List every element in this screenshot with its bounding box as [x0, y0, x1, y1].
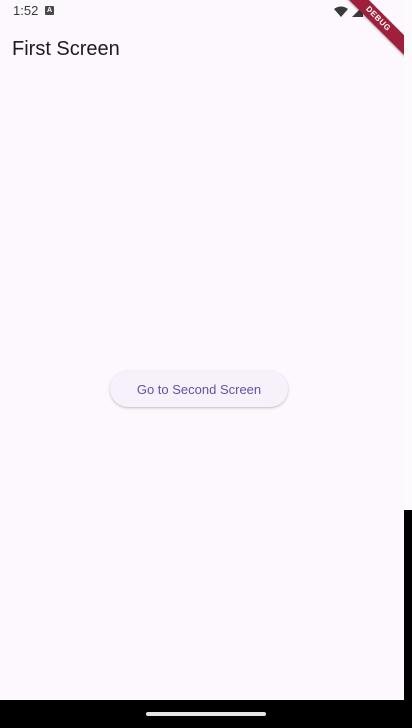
app-screen: 1:52 A DEBUG First Screen Go to Second S… [0, 0, 404, 700]
go-to-second-screen-button[interactable]: Go to Second Screen [110, 371, 288, 407]
a-letter-icon: A [45, 6, 54, 15]
status-time: 1:52 [13, 3, 39, 18]
wifi-icon [334, 6, 348, 17]
system-navigation-bar [0, 700, 412, 728]
page-title: First Screen [12, 38, 120, 60]
gesture-handle[interactable] [146, 712, 266, 716]
right-edge-dark [404, 510, 412, 700]
status-bar: 1:52 A [0, 0, 404, 22]
right-edge-strip [404, 0, 412, 700]
